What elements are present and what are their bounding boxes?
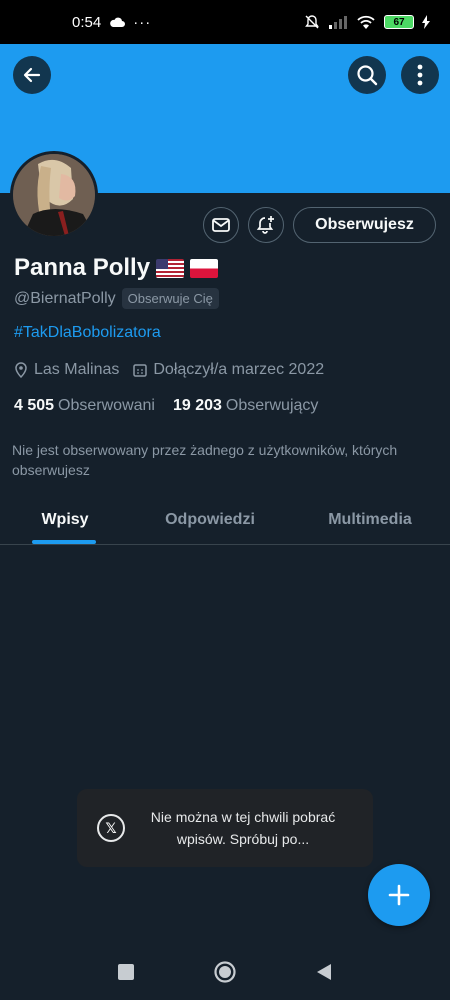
compose-button[interactable] [368, 864, 430, 926]
home-icon[interactable] [213, 960, 237, 984]
follow-counts: 4 505 Obserwowani 19 203 Obserwujący [14, 397, 318, 415]
location-item: Las Malinas [14, 361, 119, 379]
error-toast: 𝕏 Nie można w tej chwili pobrać wpisów. … [77, 789, 373, 867]
profile-name: Panna Polly [14, 254, 151, 281]
followers-count: 19 203 [172, 397, 222, 414]
notifications-button[interactable] [248, 207, 284, 243]
poland-flag-icon [190, 258, 219, 278]
us-flag-icon [156, 258, 185, 278]
profile-tabs: Wpisy Odpowiedzi Multimedia [0, 496, 450, 545]
following-link[interactable]: 4 505 Obserwowani [14, 397, 155, 415]
system-navigation-bar [0, 944, 450, 1000]
charging-icon [422, 15, 430, 29]
message-button[interactable] [203, 207, 239, 243]
plus-icon [388, 884, 410, 906]
profile-name-row: Panna Polly [14, 254, 219, 282]
joined-text: Dołączył/a marzec 2022 [153, 361, 325, 378]
x-logo-icon: 𝕏 [97, 814, 125, 842]
followers-label: Obserwujący [225, 397, 319, 414]
tab-media[interactable]: Multimedia [290, 496, 450, 544]
tab-replies[interactable]: Odpowiedzi [130, 496, 290, 544]
tab-posts[interactable]: Wpisy [0, 496, 130, 544]
follows-you-badge: Obserwuje Cię [121, 288, 219, 309]
handle-row: @BiernatPolly Obserwuje Cię [14, 288, 219, 309]
bio-hashtag-link[interactable]: #TakDlaBobolizatora [14, 324, 161, 342]
search-icon [357, 65, 378, 86]
battery-indicator: 67 [384, 15, 414, 29]
more-vertical-icon [417, 64, 423, 86]
joined-item: Dołączył/a marzec 2022 [133, 361, 324, 379]
status-bar: 0:54 ··· 67 [0, 0, 450, 44]
following-count: 4 505 [14, 397, 55, 414]
following-button[interactable]: Obserwujesz [293, 207, 436, 243]
back-arrow-icon [23, 67, 41, 83]
back-button[interactable] [13, 56, 51, 94]
avatar-image [13, 154, 95, 236]
more-options-button[interactable] [401, 56, 439, 94]
search-button[interactable] [348, 56, 386, 94]
mute-icon [305, 15, 319, 29]
toast-message: Nie można w tej chwili pobrać wpisów. Sp… [150, 809, 336, 847]
profile-meta: Las Malinas Dołączył/a marzec 2022 [14, 361, 330, 379]
profile-handle: @BiernatPolly [14, 289, 116, 307]
mail-icon [212, 218, 230, 232]
bell-plus-icon [256, 216, 274, 234]
signal-icon [329, 16, 347, 29]
cloud-icon [110, 17, 126, 27]
followers-link[interactable]: 19 203 Obserwujący [173, 397, 318, 415]
following-label: Obserwowani [58, 397, 155, 414]
more-notifications-icon: ··· [133, 13, 152, 31]
recent-apps-icon[interactable] [117, 963, 135, 981]
status-time: 0:54 [72, 13, 102, 31]
mutual-followers-note: Nie jest obserwowany przez żadnego z uży… [12, 442, 398, 478]
back-nav-icon[interactable] [315, 962, 333, 982]
location-text: Las Malinas [34, 361, 120, 378]
wifi-icon [357, 15, 375, 29]
calendar-icon [133, 364, 148, 377]
profile-avatar[interactable] [10, 151, 98, 239]
location-pin-icon [15, 362, 27, 378]
